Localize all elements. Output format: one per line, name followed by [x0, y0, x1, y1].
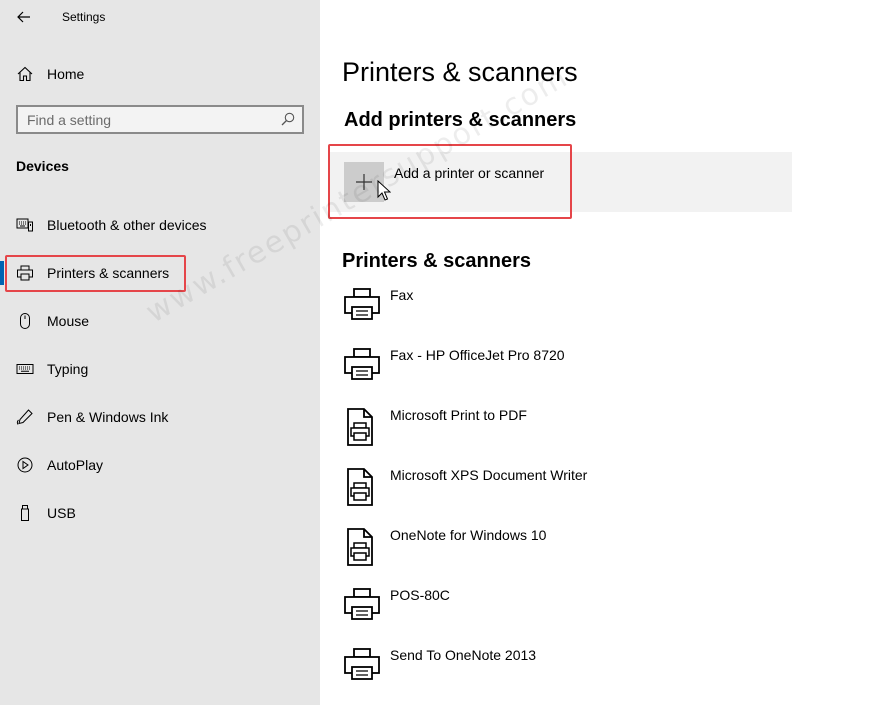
printer-icon	[344, 288, 380, 320]
printer-name: Fax	[390, 287, 414, 303]
sidebar-item-label: USB	[47, 505, 76, 521]
sidebar-item-bluetooth[interactable]: Bluetooth & other devices	[0, 205, 320, 245]
app-title: Settings	[62, 10, 106, 24]
sidebar-item-pen[interactable]: Pen & Windows Ink	[0, 397, 320, 437]
document-printer-icon	[347, 528, 373, 566]
printer-item-print-to-pdf[interactable]: Microsoft Print to PDF	[342, 405, 782, 453]
printer-name: POS-80C	[390, 587, 450, 603]
mouse-icon	[20, 313, 30, 329]
main-content: Printers & scanners Add printers & scann…	[320, 0, 892, 705]
pen-icon	[16, 409, 33, 425]
sidebar-item-label: Pen & Windows Ink	[47, 409, 169, 425]
printer-item-pos-80c[interactable]: POS-80C	[342, 585, 782, 633]
printer-name: Send To OneNote 2013	[390, 647, 537, 663]
printer-icon	[344, 348, 380, 380]
sidebar-item-label: Bluetooth & other devices	[47, 217, 207, 233]
title-bar: Settings	[0, 0, 320, 34]
page-title: Printers & scanners	[342, 57, 578, 87]
printer-item-fax[interactable]: Fax	[342, 285, 782, 333]
printer-icon	[344, 588, 380, 620]
devices-section-title: Devices	[16, 158, 69, 174]
sidebar-item-mouse[interactable]: Mouse	[0, 301, 320, 341]
autoplay-icon	[17, 457, 33, 473]
printers-list-title: Printers & scanners	[342, 250, 531, 272]
printer-item-xps-writer[interactable]: Microsoft XPS Document Writer	[342, 465, 782, 513]
printer-name: Microsoft Print to PDF	[390, 407, 527, 423]
sidebar-item-typing[interactable]: Typing	[0, 349, 320, 389]
mouse-cursor-icon	[377, 180, 391, 201]
sidebar-item-usb[interactable]: USB	[0, 493, 320, 533]
keyboard-icon	[16, 364, 34, 374]
document-printer-icon	[347, 408, 373, 446]
printer-name: Microsoft XPS Document Writer	[390, 467, 588, 483]
search-box[interactable]	[16, 105, 304, 134]
printer-item-onenote-w10[interactable]: OneNote for Windows 10	[342, 525, 782, 573]
document-printer-icon	[347, 468, 373, 506]
search-icon[interactable]	[280, 111, 296, 127]
selection-indicator	[0, 261, 4, 285]
sidebar-item-label: Typing	[47, 361, 89, 377]
home-icon	[17, 66, 33, 82]
sidebar-item-label: AutoPlay	[47, 457, 104, 473]
printer-item-hp-fax[interactable]: Fax - HP OfficeJet Pro 8720	[342, 345, 782, 393]
usb-icon	[21, 505, 29, 521]
sidebar-item-autoplay[interactable]: AutoPlay	[0, 445, 320, 485]
sidebar: Settings Home Devices Bluetooth & other …	[0, 0, 320, 705]
highlight-box-add-printer	[328, 144, 572, 219]
bluetooth-devices-icon	[16, 218, 33, 232]
home-label: Home	[47, 66, 85, 82]
back-button[interactable]	[10, 4, 38, 30]
printer-name: Fax - HP OfficeJet Pro 8720	[390, 347, 565, 363]
search-input[interactable]	[18, 107, 278, 132]
highlight-box-printers	[5, 255, 186, 292]
printer-item-onenote-2013[interactable]: Send To OneNote 2013	[342, 645, 782, 693]
printer-icon	[344, 648, 380, 680]
add-section-title: Add printers & scanners	[344, 109, 577, 131]
sidebar-item-label: Mouse	[47, 313, 90, 329]
printer-name: OneNote for Windows 10	[390, 527, 547, 543]
back-arrow-icon	[17, 11, 30, 23]
home-nav-item[interactable]: Home	[0, 58, 320, 90]
